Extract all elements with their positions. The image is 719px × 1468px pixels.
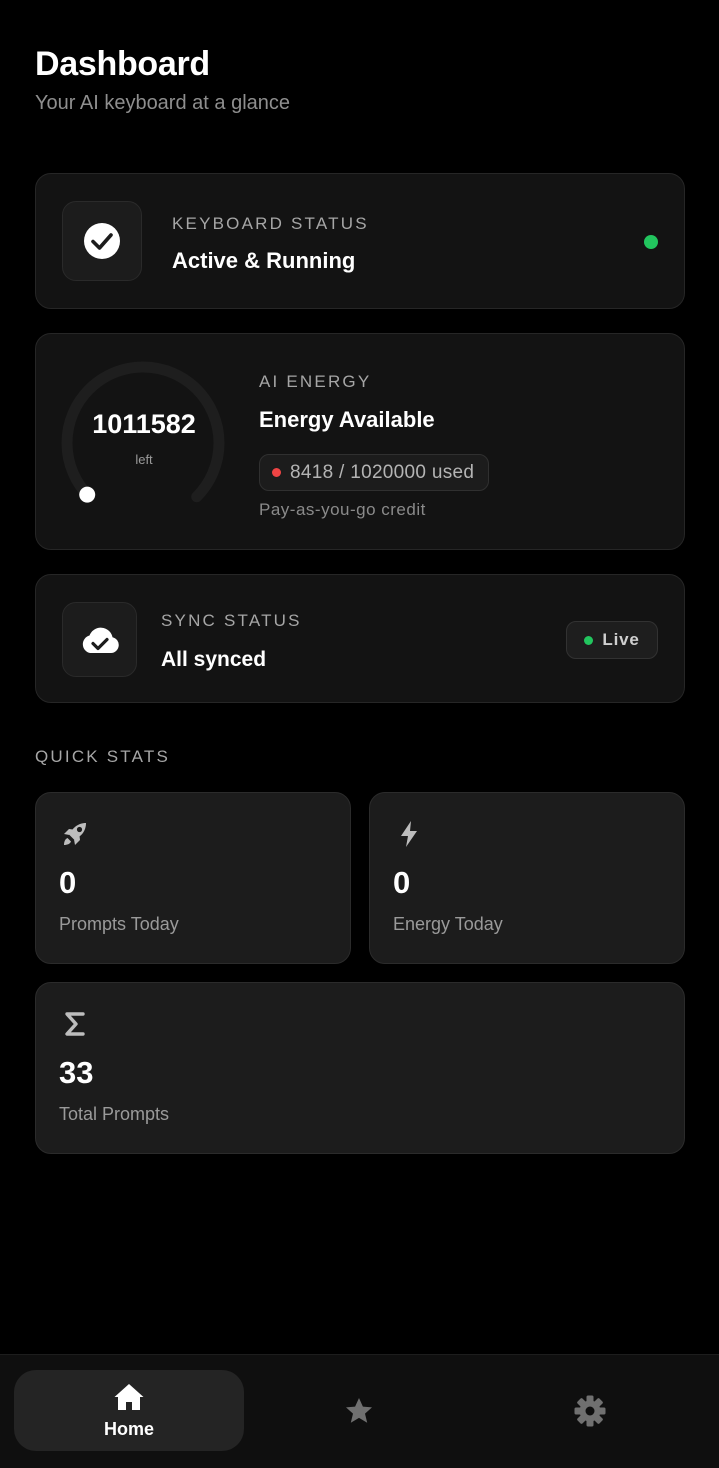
cloud-check-icon	[82, 627, 119, 653]
sync-status-icon-box	[62, 602, 137, 677]
usage-status-dot	[272, 468, 281, 477]
total-prompts-value: 33	[59, 1055, 94, 1090]
keyboard-status-overline: KEYBOARD STATUS	[172, 214, 369, 233]
check-circle-icon	[84, 223, 120, 259]
live-status-dot	[584, 635, 594, 645]
energy-remaining-caption: left	[135, 452, 153, 467]
prompts-today-card[interactable]: 0 Prompts Today	[35, 792, 351, 964]
ai-energy-title: Energy Available	[259, 407, 435, 432]
sync-status-overline: SYNC STATUS	[161, 611, 302, 630]
sigma-icon	[60, 1009, 90, 1039]
star-icon	[346, 1397, 372, 1423]
total-prompts-label: Total Prompts	[59, 1104, 170, 1124]
bolt-icon	[394, 819, 424, 849]
page-title: Dashboard	[35, 45, 210, 83]
prompts-today-value: 0	[59, 865, 77, 900]
ai-energy-overline: AI ENERGY	[259, 372, 372, 391]
live-badge-label: Live	[602, 630, 640, 649]
sync-status-title: All synced	[161, 648, 267, 671]
keyboard-status-card[interactable]: KEYBOARD STATUS Active & Running	[35, 173, 685, 309]
keyboard-status-icon-box	[62, 201, 142, 281]
quick-stats-heading: QUICK STATS	[35, 747, 171, 766]
home-icon	[114, 1383, 144, 1410]
page-subtitle: Your AI keyboard at a glance	[35, 92, 290, 114]
ai-energy-card[interactable]: 1011582 left AI ENERGY Energy Available …	[35, 333, 685, 550]
credit-type-note: Pay-as-you-go credit	[259, 500, 426, 519]
energy-gauge	[61, 361, 225, 503]
keyboard-status-title: Active & Running	[172, 248, 356, 273]
page-header: Dashboard Your AI keyboard at a glance	[35, 44, 290, 116]
nav-home-label: Home	[103, 1418, 154, 1439]
energy-today-card[interactable]: 0 Energy Today	[369, 792, 685, 964]
live-badge: Live	[566, 621, 658, 659]
energy-usage-badge: 8418 / 1020000 used	[259, 454, 490, 491]
energy-gauge-knob	[79, 486, 96, 503]
bottom-navigation: Home	[0, 1354, 719, 1468]
total-prompts-card[interactable]: 33 Total Prompts	[35, 982, 685, 1154]
energy-usage-text: 8418 / 1020000 used	[290, 461, 475, 483]
energy-remaining-value: 1011582	[92, 409, 196, 439]
nav-home[interactable]: Home	[14, 1370, 244, 1451]
dashboard-screen: Dashboard Your AI keyboard at a glance K…	[0, 0, 719, 1468]
nav-favorites[interactable]	[244, 1370, 474, 1451]
gear-icon	[574, 1395, 606, 1426]
energy-today-value: 0	[393, 865, 411, 900]
rocket-icon	[60, 819, 90, 849]
prompts-today-label: Prompts Today	[59, 914, 179, 934]
sync-status-card[interactable]: SYNC STATUS All synced Live	[35, 574, 685, 703]
nav-settings[interactable]	[474, 1370, 706, 1451]
energy-today-label: Energy Today	[393, 914, 503, 934]
keyboard-status-indicator	[644, 235, 658, 249]
